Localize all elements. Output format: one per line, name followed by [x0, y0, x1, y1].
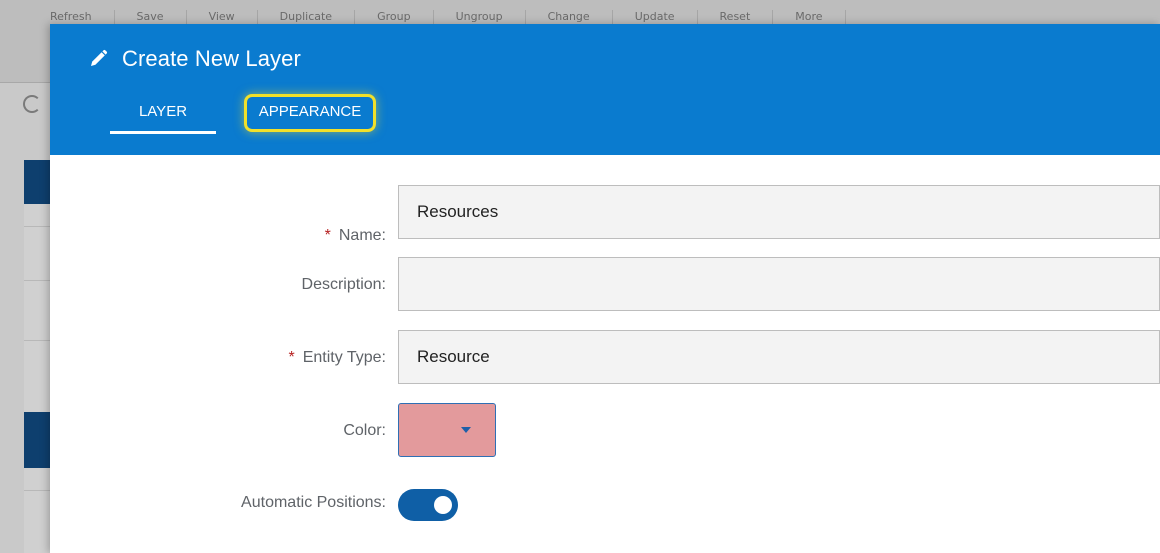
tab-appearance[interactable]: APPEARANCE	[244, 94, 376, 132]
bg-list-header	[24, 412, 50, 468]
color-label: Color:	[343, 422, 386, 439]
chevron-down-icon	[461, 427, 471, 433]
automatic-positions-toggle[interactable]	[398, 489, 458, 521]
toggle-knob	[434, 496, 452, 514]
dialog-title-row: Create New Layer	[88, 46, 301, 72]
bg-list-header	[24, 160, 50, 204]
name-input[interactable]: Resources	[398, 185, 1160, 239]
required-marker: *	[324, 227, 331, 244]
pencil-icon	[88, 49, 108, 69]
entity-type-label-text: Entity Type:	[302, 349, 386, 366]
bg-list-row	[24, 490, 50, 491]
refresh-icon	[23, 95, 41, 113]
bg-list-row	[24, 226, 50, 227]
create-layer-dialog: Create New Layer LAYER APPEARANCE * Name:…	[50, 24, 1160, 553]
tab-layer[interactable]: LAYER	[110, 100, 216, 134]
description-input[interactable]	[398, 257, 1160, 311]
automatic-positions-label: Automatic Positions:	[241, 494, 386, 511]
background-list	[24, 160, 50, 553]
bg-list-row	[24, 340, 50, 341]
entity-type-input[interactable]: Resource	[398, 330, 1160, 384]
required-marker: *	[288, 349, 295, 366]
color-picker[interactable]	[398, 403, 496, 457]
name-label-text: Name:	[338, 227, 386, 244]
dialog-header: Create New Layer LAYER APPEARANCE	[50, 24, 1160, 155]
dialog-title: Create New Layer	[122, 46, 301, 71]
entity-type-label: * Entity Type:	[288, 349, 386, 367]
name-label: * Name:	[325, 227, 386, 245]
bg-list-row	[24, 280, 50, 281]
description-label: Description:	[301, 276, 386, 293]
